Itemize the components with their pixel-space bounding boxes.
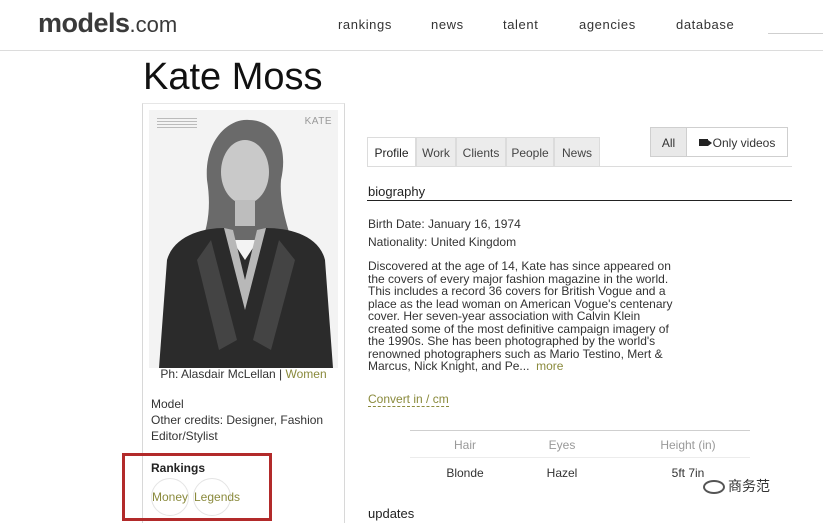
roles-block: Model Other credits: Designer, Fashion E…: [151, 396, 341, 444]
tab-profile[interactable]: Profile: [367, 137, 416, 167]
measurements-table: Hair Eyes Height (in) Blonde Hazel 5ft 7…: [410, 430, 750, 480]
photo-watermark: KATE: [304, 116, 332, 127]
photo-caption-lines: [157, 118, 197, 128]
wechat-icon: [703, 480, 725, 495]
tab-news[interactable]: News: [554, 137, 600, 167]
credit-link-women[interactable]: Women: [286, 367, 327, 381]
top-navigation-bar: models.com rankings news talent agencies…: [0, 0, 823, 51]
filter-only-videos-button[interactable]: Only videos: [686, 127, 788, 157]
stat-header-height: Height (in): [660, 438, 716, 452]
wechat-watermark: 商务范: [703, 476, 770, 496]
profile-photo[interactable]: KATE: [149, 110, 338, 368]
page-title: Kate Moss: [143, 56, 323, 98]
nav-talent[interactable]: talent: [503, 17, 538, 32]
updates-heading: updates: [368, 506, 415, 521]
stat-value-hair: Blonde: [446, 466, 484, 480]
biography-body: Discovered at the age of 14, Kate has si…: [368, 259, 673, 373]
biography-text: Discovered at the age of 14, Kate has si…: [368, 260, 678, 373]
stat-value-eyes: Hazel: [546, 466, 578, 480]
logo-domain: .com: [129, 12, 178, 37]
filter-only-videos-label: Only videos: [712, 136, 776, 150]
site-logo[interactable]: models.com: [38, 8, 177, 39]
photographer-credit: Ph: Alasdair McLellan |: [160, 367, 286, 381]
stats-divider: [410, 457, 750, 458]
nav-agencies[interactable]: agencies: [579, 17, 636, 32]
nav-rankings[interactable]: rankings: [338, 17, 392, 32]
tab-work[interactable]: Work: [416, 137, 456, 167]
watermark-text: 商务范: [728, 478, 770, 494]
biography-divider: [367, 200, 792, 201]
other-credits: Other credits: Designer, Fashion Editor/…: [151, 413, 324, 443]
nav-database[interactable]: database: [676, 17, 734, 32]
photo-credit: Ph: Alasdair McLellan | Women: [143, 367, 344, 381]
tab-clients[interactable]: Clients: [456, 137, 506, 167]
tab-people[interactable]: People: [506, 137, 554, 167]
role-model: Model: [151, 397, 184, 411]
convert-units-link[interactable]: Convert in / cm: [368, 392, 449, 407]
stat-header-eyes: Eyes: [548, 438, 576, 452]
search-input[interactable]: [768, 33, 823, 34]
filter-all-button[interactable]: All: [650, 127, 687, 157]
nav-news[interactable]: news: [431, 17, 464, 32]
tabs-divider: [367, 166, 792, 167]
stat-header-hair: Hair: [453, 438, 476, 452]
biography-more-link[interactable]: more: [536, 359, 563, 373]
video-camera-icon: [698, 139, 712, 147]
biography-heading: biography: [368, 184, 426, 199]
model-portrait-image: [149, 110, 338, 368]
logo-main: models: [38, 8, 130, 38]
rankings-highlight-box: [122, 453, 272, 521]
nationality: Nationality: United Kingdom: [368, 235, 517, 249]
birth-date: Birth Date: January 16, 1974: [368, 217, 521, 231]
